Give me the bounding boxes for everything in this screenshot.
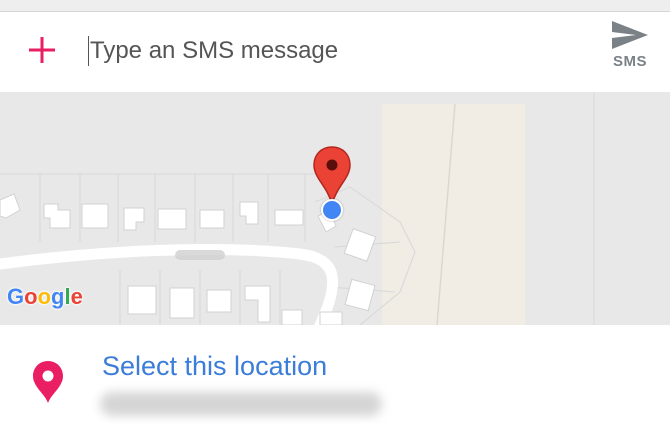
send-sms-button[interactable]: SMS <box>600 20 660 88</box>
location-map[interactable]: Google <box>0 92 670 325</box>
plus-icon <box>29 37 55 63</box>
select-location-row[interactable]: Select this location <box>0 325 670 423</box>
location-pin-icon <box>33 361 63 403</box>
my-location-dot-icon <box>321 199 343 221</box>
status-strip <box>0 0 670 12</box>
select-location-label[interactable]: Select this location <box>102 351 327 382</box>
map-marker-icon[interactable] <box>313 146 351 206</box>
add-attachment-button[interactable] <box>22 30 62 70</box>
text-cursor <box>88 36 89 66</box>
sms-message-input[interactable] <box>90 32 590 70</box>
google-logo: Google <box>7 284 83 309</box>
send-button-label: SMS <box>612 53 647 70</box>
message-composer: SMS <box>0 12 670 92</box>
blurred-address <box>100 392 382 416</box>
send-icon <box>612 21 648 49</box>
